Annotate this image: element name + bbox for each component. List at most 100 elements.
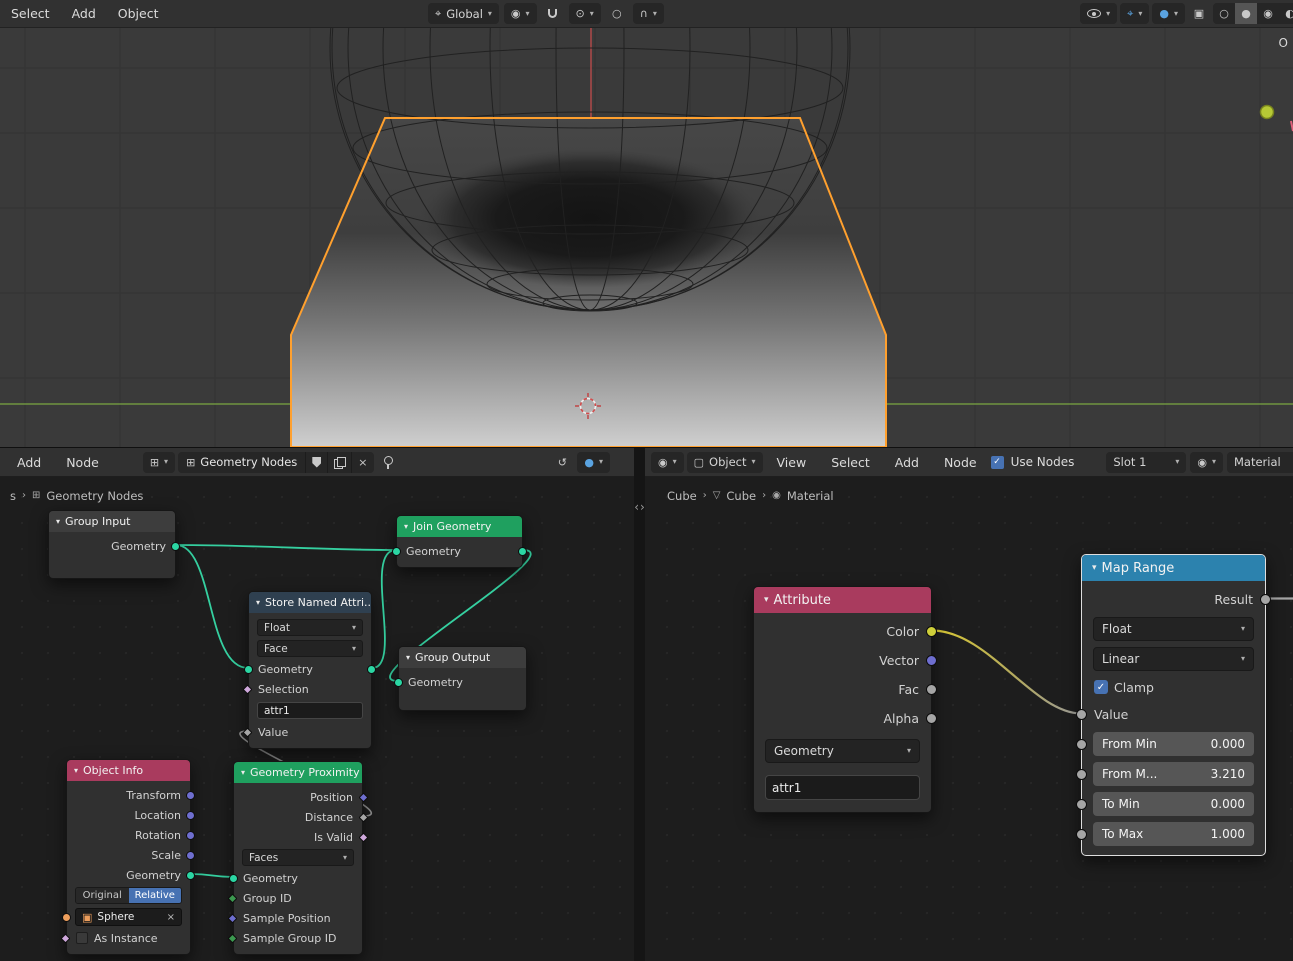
collapse-chevron-icon[interactable]: ▾ <box>74 767 78 775</box>
node-attribute[interactable]: ▾ Attribute Color Vector Fac <box>753 586 932 813</box>
object-selector-field[interactable]: ▣ Sphere × <box>75 908 182 926</box>
color-output-socket[interactable] <box>926 626 937 637</box>
gizmos-dropdown[interactable]: ⌖ ▾ <box>1120 3 1149 24</box>
editor-type-dropdown[interactable]: ⊞ ▾ <box>143 452 175 473</box>
geometry-output-socket[interactable] <box>171 542 180 551</box>
auto-refresh-button[interactable]: ↺ <box>551 452 573 473</box>
value-input-socket[interactable] <box>1076 709 1087 720</box>
overlays-dropdown[interactable]: ● ▾ <box>1152 3 1185 24</box>
material-name-field[interactable]: Material <box>1227 452 1293 473</box>
attribute-name-field[interactable]: attr1 <box>765 775 920 800</box>
node-header[interactable]: ▾ Geometry Proximity <box>234 762 362 783</box>
snap-target-dropdown[interactable]: ⊙ ▾ <box>569 3 601 24</box>
menu-object[interactable]: Object <box>107 0 170 27</box>
collapse-chevron-icon[interactable]: ▾ <box>1092 564 1097 573</box>
node-header[interactable]: ▾ Join Geometry <box>397 516 522 537</box>
node-group-output[interactable]: ▾ Group Output Geometry <box>398 646 527 711</box>
light-object-gizmo[interactable] <box>1261 106 1274 119</box>
as-instance-checkbox[interactable] <box>76 932 88 944</box>
options-label[interactable]: O <box>1279 36 1288 50</box>
unlink-button[interactable]: × <box>351 452 373 473</box>
alpha-output-socket[interactable] <box>926 713 937 724</box>
from-min-input-socket[interactable] <box>1076 739 1087 750</box>
geometry-input-socket[interactable] <box>244 665 253 674</box>
material-slot-dropdown[interactable]: Slot 1 ▾ <box>1106 452 1186 473</box>
from-max-input-socket[interactable] <box>1076 769 1087 780</box>
node-object-info[interactable]: ▾ Object Info Transform Location Rotatio… <box>66 759 191 955</box>
node-map-range[interactable]: ▾ Map Range Result Float ▾ Linear ▾ <box>1081 554 1266 856</box>
use-nodes-checkbox[interactable]: ✓ <box>991 456 1004 469</box>
menu-add[interactable]: Add <box>61 0 107 27</box>
node-join-geometry[interactable]: ▾ Join Geometry Geometry <box>396 515 523 568</box>
node-header[interactable]: ▾ Attribute <box>754 587 931 613</box>
collapse-chevron-icon[interactable]: ▾ <box>406 654 410 662</box>
location-output-socket[interactable] <box>186 811 195 820</box>
node-header[interactable]: ▾ Object Info <box>67 760 190 781</box>
editor-divider[interactable]: ‹ › <box>634 448 645 961</box>
shader-type-dropdown[interactable]: ▢ Object ▾ <box>687 452 763 473</box>
panel-resize-arrows[interactable]: ‹ › <box>634 500 645 514</box>
editor-type-dropdown[interactable]: ◉ ▾ <box>651 452 684 473</box>
cube-object[interactable] <box>291 118 886 447</box>
geometry-output-socket[interactable] <box>518 547 527 556</box>
to-max-input-socket[interactable] <box>1076 829 1087 840</box>
vector-output-socket[interactable] <box>926 655 937 666</box>
proportional-editing-button[interactable]: ○ <box>606 3 628 24</box>
menu-select[interactable]: Select <box>0 0 61 27</box>
collapse-chevron-icon[interactable]: ▾ <box>404 523 408 531</box>
object-input-socket[interactable] <box>62 913 71 922</box>
data-type-dropdown[interactable]: Float ▾ <box>257 619 363 636</box>
clear-object-icon[interactable]: × <box>167 912 175 923</box>
geometry-output-socket[interactable] <box>367 665 376 674</box>
browse-material-dropdown[interactable]: ◉ ▾ <box>1190 452 1223 473</box>
scale-output-socket[interactable] <box>186 851 195 860</box>
collapse-chevron-icon[interactable]: ▾ <box>241 769 245 777</box>
clamp-checkbox[interactable]: ✓ <box>1094 680 1108 694</box>
target-element-dropdown[interactable]: Faces ▾ <box>242 849 354 866</box>
from-min-field[interactable]: From Min 0.000 <box>1093 732 1254 756</box>
3d-viewport[interactable]: O <box>0 28 1293 447</box>
node-store-named-attribute[interactable]: ▾ Store Named Attri... Float ▾ Face ▾ Ge… <box>248 591 372 749</box>
interpolation-dropdown[interactable]: Linear ▾ <box>1093 647 1254 671</box>
xray-toggle-button[interactable]: ▣ <box>1188 3 1210 24</box>
geometry-output-socket[interactable] <box>186 871 195 880</box>
node-header[interactable]: ▾ Store Named Attri... <box>249 592 371 613</box>
menu-select[interactable]: Select <box>820 448 881 476</box>
to-min-input-socket[interactable] <box>1076 799 1087 810</box>
falloff-dropdown[interactable]: ∩ ▾ <box>633 3 664 24</box>
node-header[interactable]: ▾ Group Input <box>49 511 175 532</box>
editor-overlays-dropdown[interactable]: ● ▾ <box>577 452 610 473</box>
menu-node[interactable]: Node <box>933 448 988 476</box>
pin-button[interactable] <box>377 452 399 473</box>
node-header[interactable]: ▾ Group Output <box>399 647 526 668</box>
attribute-name-field[interactable]: attr1 <box>257 702 363 719</box>
menu-add[interactable]: Add <box>6 448 52 476</box>
shading-solid-button[interactable]: ● <box>1235 3 1257 24</box>
fake-user-button[interactable] <box>305 452 327 473</box>
node-header[interactable]: ▾ Map Range <box>1082 555 1265 581</box>
shader-node-canvas[interactable]: Cube › ▽ Cube › ◉ Material <box>645 477 1293 961</box>
collapse-chevron-icon[interactable]: ▾ <box>56 518 60 526</box>
geometry-input-socket[interactable] <box>394 678 403 687</box>
from-max-field[interactable]: From M... 3.210 <box>1093 762 1254 786</box>
shading-rendered-button[interactable]: ◐ <box>1279 3 1293 24</box>
original-toggle-button[interactable]: Original <box>76 888 129 903</box>
menu-add[interactable]: Add <box>884 448 930 476</box>
geometry-node-canvas[interactable]: s › ⊞ Geometry Nodes ▾ Group Input <box>0 477 634 961</box>
domain-dropdown[interactable]: Face ▾ <box>257 640 363 657</box>
shading-wireframe-button[interactable]: ○ <box>1213 3 1235 24</box>
to-max-field[interactable]: To Max 1.000 <box>1093 822 1254 846</box>
to-min-field[interactable]: To Min 0.000 <box>1093 792 1254 816</box>
shading-material-button[interactable]: ◉ <box>1257 3 1279 24</box>
geometry-input-socket[interactable] <box>392 547 401 556</box>
collapse-chevron-icon[interactable]: ▾ <box>764 596 769 605</box>
menu-view[interactable]: View <box>766 448 818 476</box>
node-group-input[interactable]: ▾ Group Input Geometry <box>48 510 176 579</box>
menu-node[interactable]: Node <box>55 448 110 476</box>
transform-orientation-dropdown[interactable]: ⌖ Global ▾ <box>428 3 499 24</box>
collapse-chevron-icon[interactable]: ▾ <box>256 599 260 607</box>
data-type-dropdown[interactable]: Float ▾ <box>1093 617 1254 641</box>
pivot-point-dropdown[interactable]: ◉ ▾ <box>504 3 537 24</box>
node-geometry-proximity[interactable]: ▾ Geometry Proximity Position Distance I… <box>233 761 363 955</box>
tree-name-field[interactable]: ⊞ Geometry Nodes <box>178 452 305 473</box>
